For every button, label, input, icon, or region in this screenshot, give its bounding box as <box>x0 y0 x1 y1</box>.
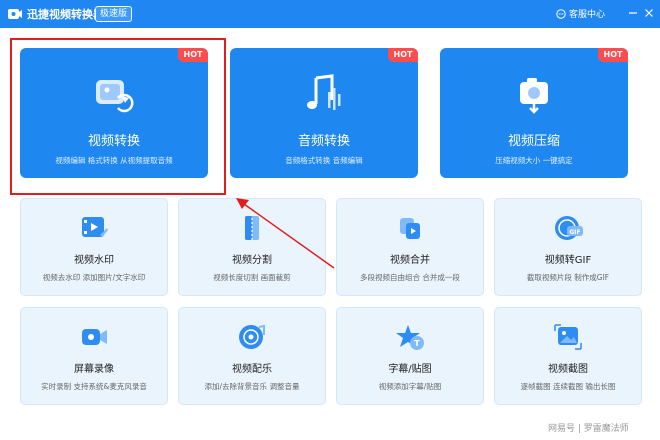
chat-bubble-icon <box>556 8 566 19</box>
tool-video-split[interactable]: 视频分割 视频长度切割 画面裁剪 <box>178 198 326 296</box>
video-compress-card[interactable]: HOT 视频压缩 压缩视频大小 一键搞定 <box>440 48 628 178</box>
tool-desc: 逐帧截图 连续截图 输出长图 <box>520 382 616 391</box>
tool-title: 视频分割 <box>232 255 272 266</box>
customer-service-label: 客服中心 <box>569 10 606 20</box>
tool-title: 屏幕录像 <box>74 364 114 375</box>
svg-text:T: T <box>414 339 420 348</box>
card-title: 音频转换 <box>297 134 350 149</box>
tool-title: 视频转GIF <box>544 255 592 266</box>
close-button[interactable] <box>642 6 656 20</box>
tool-desc: 视频去水印 添加图片/文字水印 <box>42 273 146 282</box>
edition-badge: 极速版 <box>95 6 133 22</box>
tool-desc: 多段视频自由组合 合并成一段 <box>360 273 460 282</box>
title-bar: 迅捷视频转换器 极速版 客服中心 <box>0 0 660 28</box>
camera-record-icon <box>82 329 107 345</box>
split-icon <box>245 214 259 242</box>
tool-title: 字幕/贴图 <box>388 364 432 375</box>
hot-badge: HOT <box>388 48 418 62</box>
customer-service-button[interactable]: 客服中心 <box>556 7 605 20</box>
tool-title: 视频水印 <box>74 255 114 266</box>
tool-desc: 实时录制 支持系统&麦克风录音 <box>41 382 147 391</box>
minimize-button[interactable] <box>626 6 640 20</box>
tool-desc: 添加/去除背景音乐 调整音量 <box>204 382 300 391</box>
card-desc: 压缩视频大小 一键搞定 <box>495 156 573 165</box>
tool-desc: 视频添加字幕/贴图 <box>378 382 442 391</box>
tool-subtitle-sticker[interactable]: T 字幕/贴图 视频添加字幕/贴图 <box>336 307 484 405</box>
tool-title: 视频配乐 <box>232 364 272 375</box>
close-icon <box>645 9 653 17</box>
tool-desc: 截取视频片段 制作成GIF <box>526 273 610 282</box>
audio-convert-card[interactable]: HOT 音频转换 音频格式转换 音频编辑 <box>230 48 418 178</box>
watermark-text: 网易号 | 罗雷魔法师 <box>548 424 629 434</box>
svg-text:GIF: GIF <box>569 229 580 236</box>
gif-icon: GIF <box>555 216 583 240</box>
tool-desc: 视频长度切割 画面裁剪 <box>213 273 291 282</box>
annotation-highlight-box <box>10 38 226 195</box>
card-desc: 音频格式转换 音频编辑 <box>285 156 363 165</box>
star-sticker-icon: T <box>396 325 424 350</box>
image-crop-icon <box>554 324 582 350</box>
tool-video-merge[interactable]: 视频合并 多段视频自由组合 合并成一段 <box>336 198 484 296</box>
tool-video-to-gif[interactable]: GIF 视频转GIF 截取视频片段 制作成GIF <box>494 198 642 296</box>
card-title: 视频压缩 <box>507 134 560 149</box>
film-watermark-icon <box>82 217 108 237</box>
app-title: 迅捷视频转换器 <box>27 8 104 21</box>
music-disc-icon <box>239 324 265 349</box>
tool-video-screenshot[interactable]: 视频截图 逐帧截图 连续截图 输出长图 <box>494 307 642 405</box>
tool-video-watermark[interactable]: 视频水印 视频去水印 添加图片/文字水印 <box>20 198 168 296</box>
tool-title: 视频截图 <box>548 364 588 375</box>
compress-camera-icon <box>520 78 548 114</box>
music-note-icon <box>307 74 341 110</box>
merge-icon <box>400 218 420 239</box>
tool-screen-record[interactable]: 屏幕录像 实时录制 支持系统&麦克风录音 <box>20 307 168 405</box>
app-logo-icon <box>8 9 22 19</box>
tool-video-music[interactable]: 视频配乐 添加/去除背景音乐 调整音量 <box>178 307 326 405</box>
hot-badge: HOT <box>598 48 628 62</box>
minimize-icon <box>629 12 637 14</box>
tool-title: 视频合并 <box>390 255 430 266</box>
